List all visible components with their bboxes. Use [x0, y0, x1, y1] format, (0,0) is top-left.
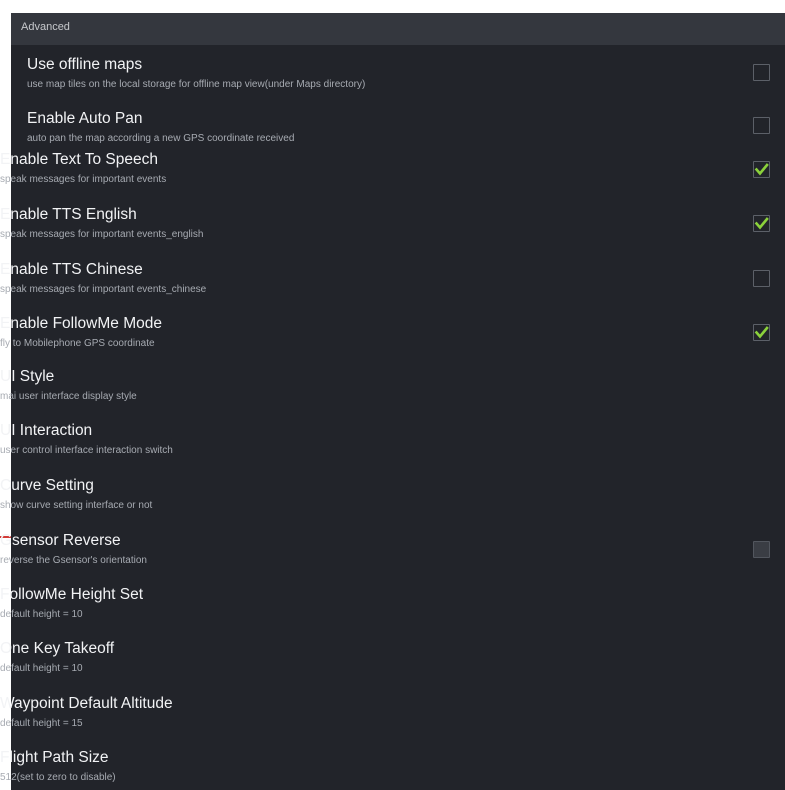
setting-title: One Key Takeoff	[0, 640, 115, 657]
setting-subtitle: user control interface interaction switc…	[0, 445, 173, 456]
followme-mode-checkbox[interactable]	[753, 324, 770, 341]
offline-maps-checkbox[interactable]	[753, 64, 770, 81]
setting-title: FollowMe Height Set	[0, 586, 144, 603]
setting-subtitle: show curve setting interface or not	[0, 500, 153, 511]
setting-title: UI Style	[0, 368, 55, 385]
setting-title: Enable Auto Pan	[27, 110, 143, 127]
check-icon	[754, 216, 769, 230]
setting-title: Flight Path Size	[0, 749, 109, 766]
setting-title: Enable TTS English	[0, 206, 137, 223]
setting-title: Waypoint Default Altitude	[0, 695, 173, 712]
setting-subtitle: fly to Mobilephone GPS coordinate	[0, 338, 155, 349]
setting-subtitle: reverse the Gsensor's orientation	[0, 555, 147, 566]
setting-subtitle: speak messages for important events_chin…	[0, 284, 207, 295]
setting-subtitle: 512(set to zero to disable)	[0, 772, 116, 783]
setting-title: Gsensor Reverse	[0, 532, 121, 549]
section-header	[11, 13, 785, 45]
setting-title: Enable TTS Chinese	[0, 261, 143, 278]
setting-title: Enable FollowMe Mode	[0, 315, 162, 332]
tts-chinese-checkbox[interactable]	[753, 270, 770, 287]
check-icon	[754, 162, 769, 176]
setting-title: Enable Text To Speech	[0, 151, 158, 168]
gsensor-reverse-checkbox[interactable]	[753, 541, 770, 558]
setting-subtitle: speak messages for important events	[0, 174, 167, 185]
tts-english-checkbox[interactable]	[753, 215, 770, 232]
setting-subtitle: speak messages for important events_engl…	[0, 229, 204, 240]
setting-title: Use offline maps	[27, 56, 143, 73]
setting-subtitle: default height = 10	[0, 663, 83, 674]
setting-subtitle: mai user interface display style	[0, 391, 137, 402]
setting-title: UI Interaction	[0, 422, 93, 439]
section-title: Advanced	[21, 21, 70, 33]
setting-subtitle: default height = 10	[0, 609, 83, 620]
setting-subtitle: use map tiles on the local storage for o…	[27, 79, 366, 90]
auto-pan-checkbox[interactable]	[753, 117, 770, 134]
setting-title: Curve Setting	[0, 477, 94, 494]
check-icon	[754, 325, 769, 339]
setting-subtitle: auto pan the map according a new GPS coo…	[27, 133, 295, 144]
setting-subtitle: default height = 15	[0, 718, 83, 729]
text-to-speech-checkbox[interactable]	[753, 161, 770, 178]
